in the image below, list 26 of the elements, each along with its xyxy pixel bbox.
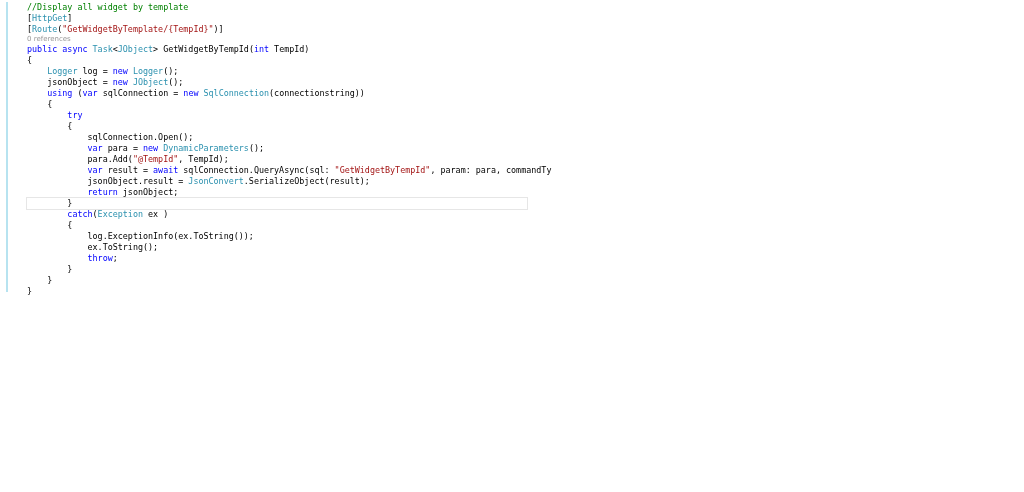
code-line: [Route("GetWidgetByTemplate/{TempId}")] [27, 24, 224, 35]
code-line: { [66, 121, 73, 132]
code-line: ex.ToString(); [86, 242, 159, 253]
code-line: catch(Exception ex ) [66, 209, 169, 220]
code-line: sqlConnection.Open(); [86, 132, 194, 143]
code-line: Logger log = new Logger(); [46, 66, 179, 77]
code-line: log.ExceptionInfo(ex.ToString()); [86, 231, 254, 242]
code-line: return jsonObject; [86, 187, 179, 198]
code-line: { [46, 99, 53, 110]
code-line: public async Task<JObject> GetWidgetByTempId(int TempId) [27, 44, 310, 55]
code-line: { [27, 55, 33, 66]
code-line: } [46, 275, 53, 286]
code-line: } [66, 264, 73, 275]
code-line: throw; [86, 253, 118, 264]
code-line: var para = new DynamicParameters(); [86, 143, 264, 154]
code-line: } [27, 198, 527, 209]
code-line: para.Add("@TempId", TempId); [86, 154, 229, 165]
code-line: var result = await sqlConnection.QueryAsync(sql: "GetWidgetByTempId", param: para, commandTy [86, 165, 552, 176]
code-line: jsonObject = new JObject(); [46, 77, 184, 88]
code-line: [HttpGet] [27, 13, 73, 24]
code-line: try [66, 110, 83, 121]
code-line: } [27, 286, 33, 297]
code-line: //Display all widget by template [27, 2, 189, 13]
code-line: { [66, 220, 73, 231]
code-line: jsonObject.result = JsonConvert.SerializeObject(result); [86, 176, 370, 187]
code-line: using (var sqlConnection = new SqlConnection(connectionstring)) [46, 88, 365, 99]
